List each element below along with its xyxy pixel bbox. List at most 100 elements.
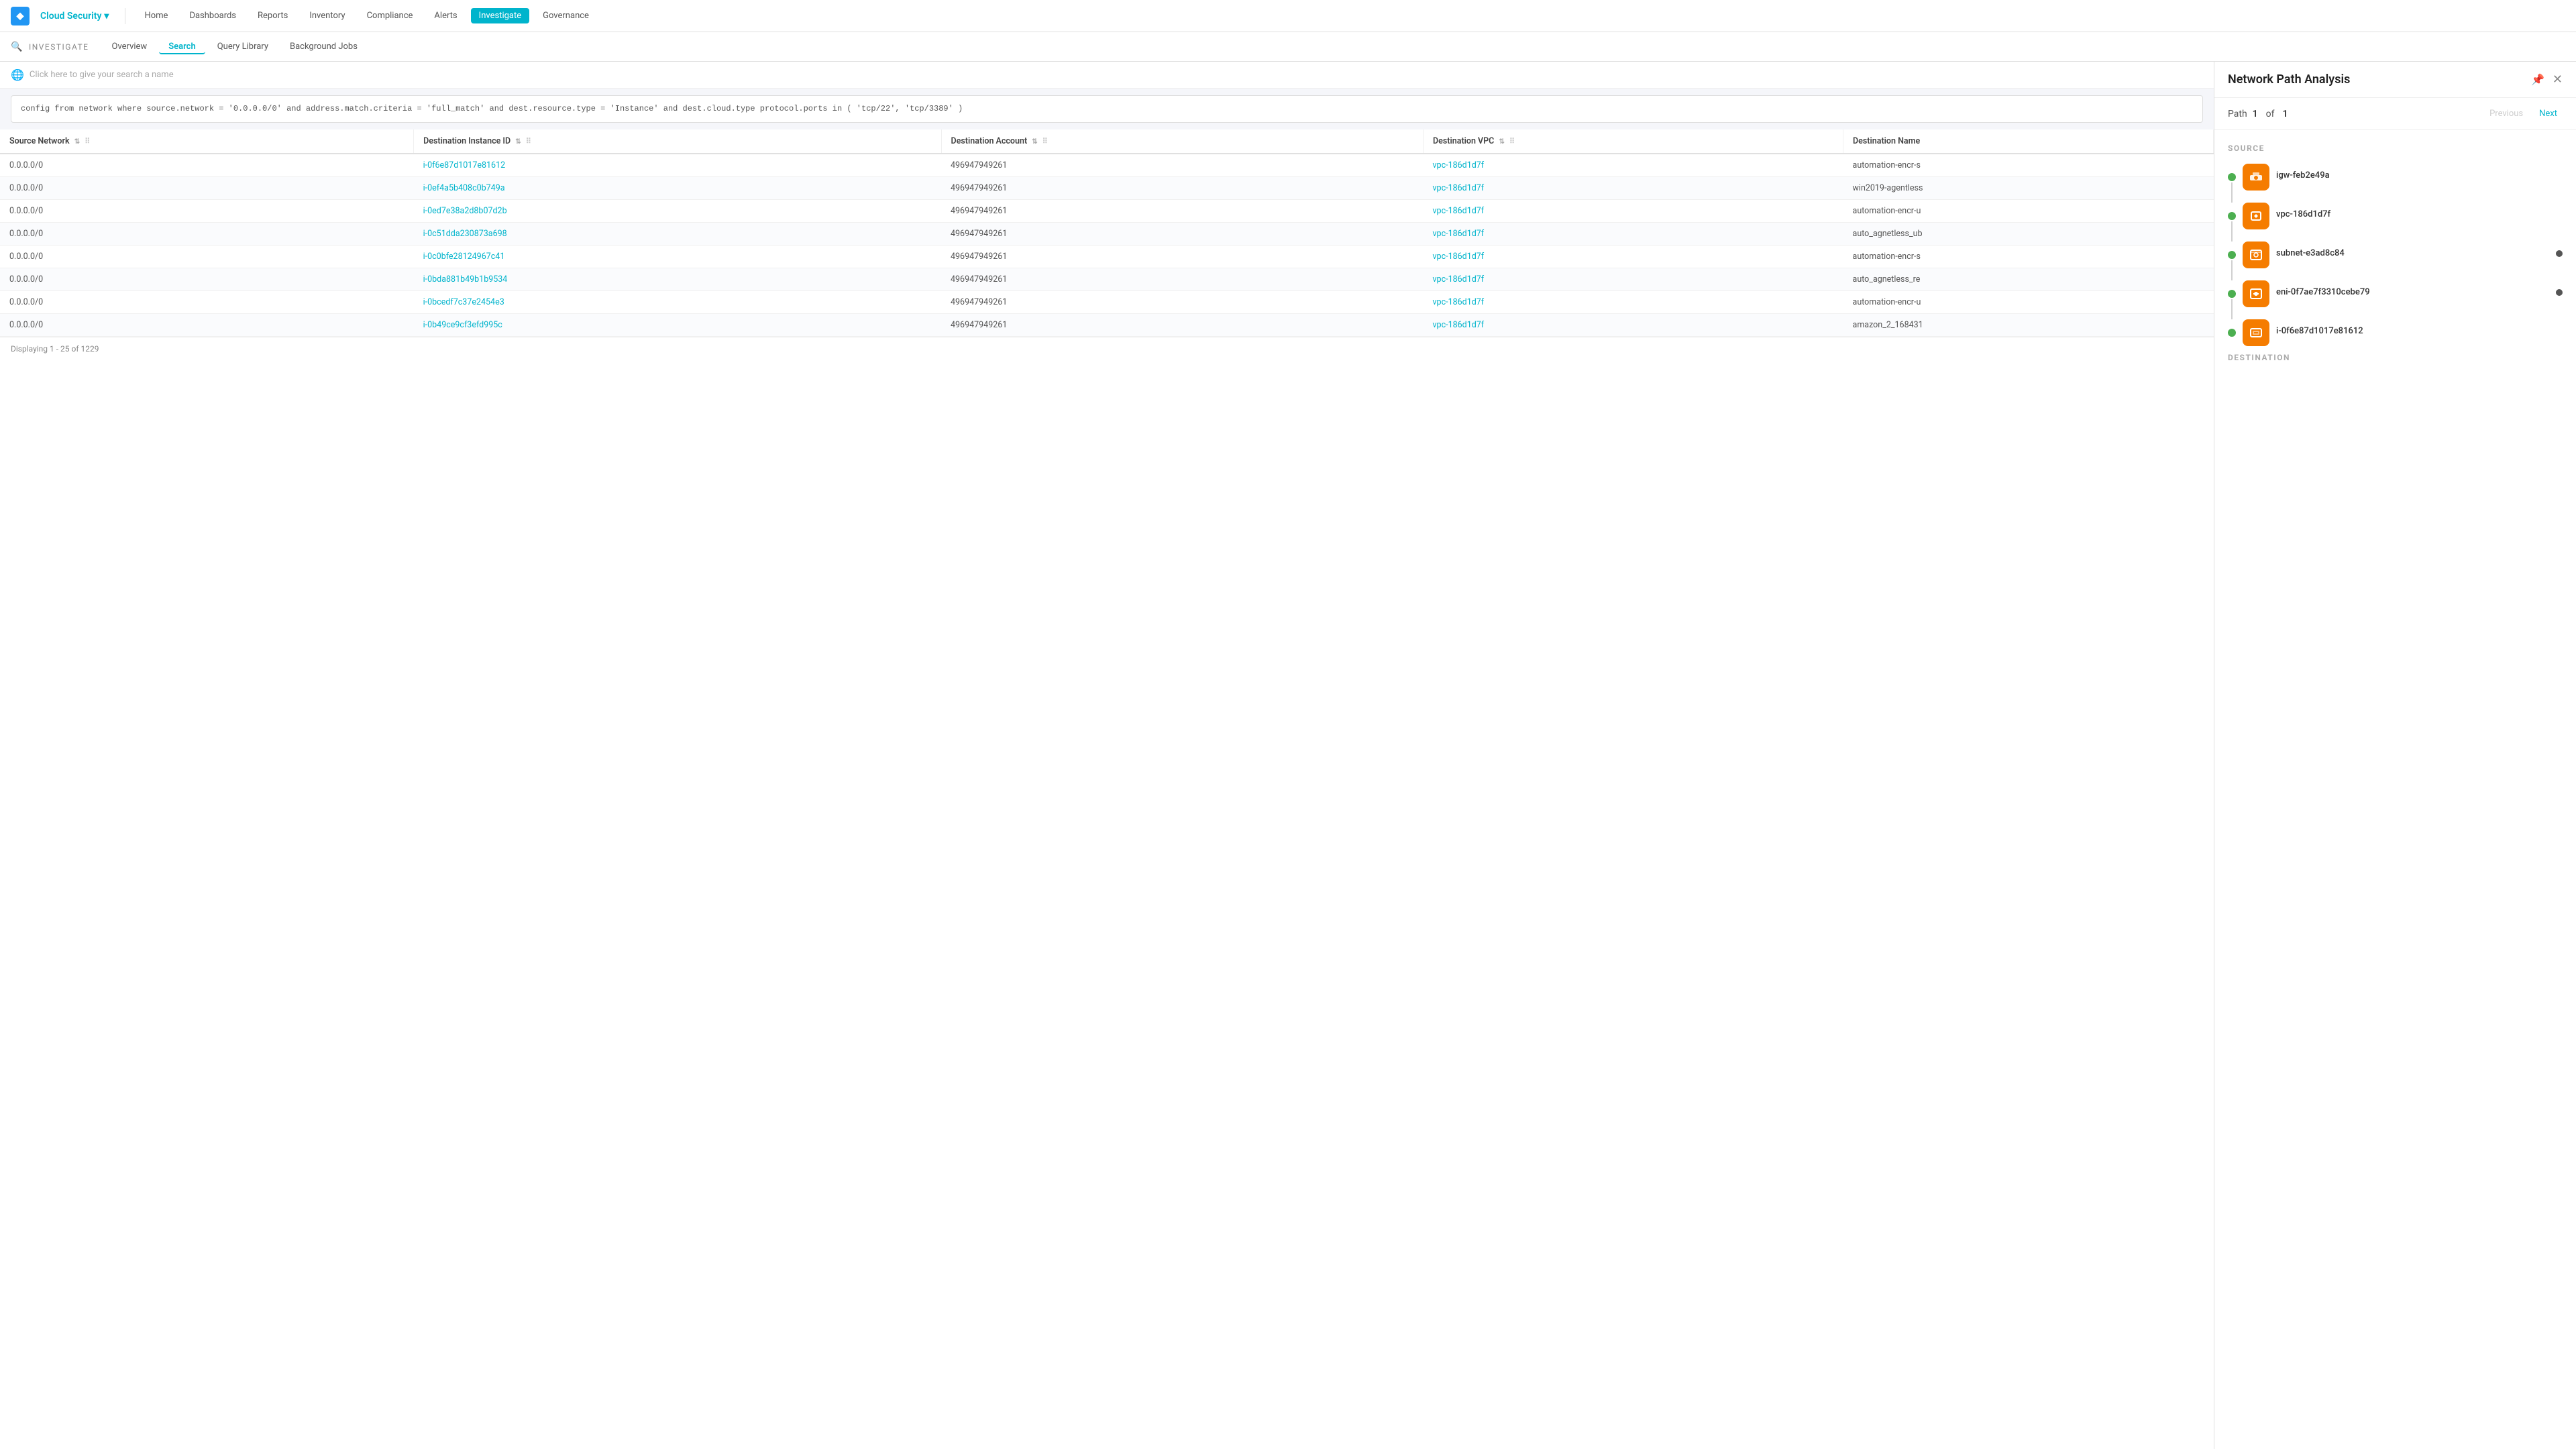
node-icon-box: [2243, 280, 2269, 307]
node-dot: [2228, 251, 2236, 259]
table-row: 0.0.0.0/0i-0b49ce9cf3efd995c496947949261…: [0, 314, 2214, 337]
query-text: config from network where source.network…: [21, 104, 963, 113]
cell-dest-instance-id[interactable]: i-0c0bfe28124967c41: [414, 246, 941, 268]
search-name-placeholder: Click here to give your search a name: [30, 70, 174, 80]
subnav-overview[interactable]: Overview: [103, 39, 157, 54]
panel-header: Network Path Analysis 📌 ✕: [2214, 62, 2576, 98]
table-footer: Displaying 1 - 25 of 1229: [0, 337, 2214, 360]
previous-button[interactable]: Previous: [2484, 106, 2528, 121]
results-table: Source Network ⇅ ⠿ Destination Instance …: [0, 129, 2214, 337]
drag-icon: ⠿: [526, 137, 531, 146]
cell-dest-account: 496947949261: [941, 177, 1424, 200]
list-item: i-0f6e87d1017e81612: [2228, 319, 2563, 346]
table-row: 0.0.0.0/0i-0c0bfe28124967c41496947949261…: [0, 246, 2214, 268]
cell-dest-name: auto_agnetless_re: [1843, 268, 2214, 291]
cell-dest-vpc[interactable]: vpc-186d1d7f: [1424, 314, 1843, 337]
cell-dest-instance-id[interactable]: i-0f6e87d1017e81612: [414, 154, 941, 177]
table-row: 0.0.0.0/0i-0c51dda230873a698496947949261…: [0, 223, 2214, 246]
node-dot: [2228, 173, 2236, 181]
cell-dest-instance-id[interactable]: i-0ef4a5b408c0b749a: [414, 177, 941, 200]
cell-dest-instance-id[interactable]: i-0c51dda230873a698: [414, 223, 941, 246]
table-row: 0.0.0.0/0i-0f6e87d1017e81612496947949261…: [0, 154, 2214, 177]
subnav-background-jobs[interactable]: Background Jobs: [280, 39, 367, 54]
nav-item-governance[interactable]: Governance: [535, 8, 597, 23]
cell-dest-vpc[interactable]: vpc-186d1d7f: [1424, 200, 1843, 223]
right-panel: Network Path Analysis 📌 ✕ Path 1 of 1 Pr…: [2214, 62, 2576, 1449]
cell-dest-account: 496947949261: [941, 268, 1424, 291]
destination-section-label: DESTINATION: [2228, 353, 2563, 362]
brand-dropdown[interactable]: Cloud Security ▾: [35, 8, 114, 24]
node-dot: [2228, 212, 2236, 220]
cell-dest-account: 496947949261: [941, 246, 1424, 268]
logo-icon[interactable]: ◆: [11, 7, 30, 25]
cell-dest-account: 496947949261: [941, 314, 1424, 337]
nav-item-dashboards[interactable]: Dashboards: [181, 8, 244, 23]
cell-dest-vpc[interactable]: vpc-186d1d7f: [1424, 268, 1843, 291]
node-icon-box: [2243, 164, 2269, 191]
drag-icon: ⠿: [85, 137, 90, 146]
cell-dest-instance-id[interactable]: i-0bcedf7c37e2454e3: [414, 291, 941, 314]
results-table-container: Source Network ⇅ ⠿ Destination Instance …: [0, 129, 2214, 1449]
cell-dest-instance-id[interactable]: i-0ed7e38a2d8b07d2b: [414, 200, 941, 223]
cell-dest-vpc[interactable]: vpc-186d1d7f: [1424, 223, 1843, 246]
col-dest-account[interactable]: Destination Account ⇅ ⠿: [941, 129, 1424, 154]
node-icon-box: [2243, 319, 2269, 346]
query-box[interactable]: config from network where source.network…: [11, 95, 2203, 123]
next-button[interactable]: Next: [2534, 106, 2563, 121]
path-label: Path: [2228, 109, 2247, 119]
nav-item-home[interactable]: Home: [136, 8, 176, 23]
col-source-network[interactable]: Source Network ⇅ ⠿: [0, 129, 414, 154]
nav-item-alerts[interactable]: Alerts: [426, 8, 465, 23]
panel-title: Network Path Analysis: [2228, 72, 2350, 87]
node-name: i-0f6e87d1017e81612: [2276, 326, 2563, 336]
globe-icon: 🌐: [11, 68, 24, 81]
cell-dest-instance-id[interactable]: i-0bda881b49b1b9534: [414, 268, 941, 291]
left-panel: 🌐 Click here to give your search a name …: [0, 62, 2214, 1449]
col-dest-vpc[interactable]: Destination VPC ⇅ ⠿: [1424, 129, 1843, 154]
cell-source-network: 0.0.0.0/0: [0, 246, 414, 268]
subnav-query-library[interactable]: Query Library: [208, 39, 278, 54]
node-dot: [2228, 329, 2236, 337]
cell-dest-vpc[interactable]: vpc-186d1d7f: [1424, 291, 1843, 314]
cell-source-network: 0.0.0.0/0: [0, 200, 414, 223]
drag-icon: ⠿: [1042, 137, 1048, 146]
node-name: subnet-e3ad8c84: [2276, 248, 2556, 258]
table-header-row: Source Network ⇅ ⠿ Destination Instance …: [0, 129, 2214, 154]
cell-dest-account: 496947949261: [941, 154, 1424, 177]
search-name-bar[interactable]: 🌐 Click here to give your search a name: [0, 62, 2214, 89]
node-dot: [2228, 290, 2236, 298]
drag-icon: ⠿: [1509, 137, 1515, 146]
cell-source-network: 0.0.0.0/0: [0, 291, 414, 314]
col-dest-name[interactable]: Destination Name: [1843, 129, 2214, 154]
cell-dest-name: automation-encr-u: [1843, 291, 2214, 314]
close-icon[interactable]: ✕: [2553, 72, 2563, 87]
panel-body: SOURCE igw-feb2e49avpc-186d1d7fsubnet-e3…: [2214, 130, 2576, 1449]
node-name: igw-feb2e49a: [2276, 170, 2563, 180]
cell-dest-account: 496947949261: [941, 223, 1424, 246]
cell-source-network: 0.0.0.0/0: [0, 177, 414, 200]
cell-dest-vpc[interactable]: vpc-186d1d7f: [1424, 246, 1843, 268]
col-dest-instance-id[interactable]: Destination Instance ID ⇅ ⠿: [414, 129, 941, 154]
table-row: 0.0.0.0/0i-0ed7e38a2d8b07d2b496947949261…: [0, 200, 2214, 223]
subnav-search[interactable]: Search: [159, 39, 205, 54]
cell-dest-name: automation-encr-s: [1843, 246, 2214, 268]
main-area: 🌐 Click here to give your search a name …: [0, 62, 2576, 1449]
pin-icon[interactable]: 📌: [2531, 73, 2544, 86]
nav-item-compliance[interactable]: Compliance: [359, 8, 421, 23]
nodes-list: igw-feb2e49avpc-186d1d7fsubnet-e3ad8c84e…: [2228, 164, 2563, 346]
nav-item-reports[interactable]: Reports: [250, 8, 296, 23]
nav-item-investigate[interactable]: Investigate: [471, 8, 529, 23]
cell-dest-vpc[interactable]: vpc-186d1d7f: [1424, 177, 1843, 200]
path-of: of: [2266, 109, 2275, 119]
table-row: 0.0.0.0/0i-0bda881b49b1b9534496947949261…: [0, 268, 2214, 291]
cell-dest-account: 496947949261: [941, 291, 1424, 314]
cell-dest-name: automation-encr-u: [1843, 200, 2214, 223]
sort-icon: ⇅: [1032, 138, 1037, 146]
cell-source-network: 0.0.0.0/0: [0, 154, 414, 177]
path-total: 1: [2283, 109, 2288, 119]
sort-icon: ⇅: [1499, 138, 1504, 146]
cell-dest-instance-id[interactable]: i-0b49ce9cf3efd995c: [414, 314, 941, 337]
cell-dest-vpc[interactable]: vpc-186d1d7f: [1424, 154, 1843, 177]
list-item: eni-0f7ae7f3310cebe79: [2228, 280, 2563, 319]
nav-item-inventory[interactable]: Inventory: [301, 8, 353, 23]
